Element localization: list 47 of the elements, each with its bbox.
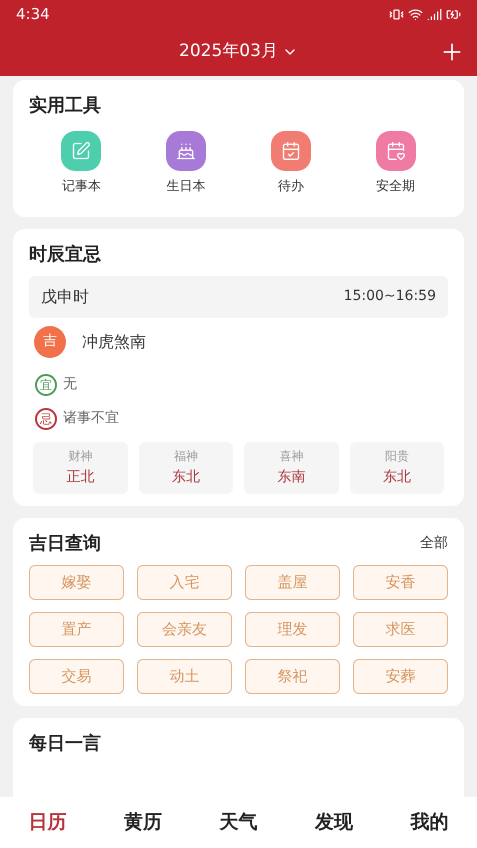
activity-tag[interactable]: 安香: [353, 564, 448, 600]
card-title: 时辰宜忌: [29, 242, 102, 266]
activity-tag[interactable]: 入宅: [137, 564, 232, 600]
activity-tag[interactable]: 交易: [29, 658, 124, 694]
deity-direction: 东北: [172, 468, 200, 487]
nav-tab[interactable]: 天气: [190, 808, 286, 837]
nav-tab[interactable]: 我的: [382, 808, 477, 837]
activity-tag[interactable]: 嫁娶: [29, 564, 124, 600]
period-name: 戊申时: [41, 286, 89, 308]
nav-tab[interactable]: 黄历: [95, 808, 191, 837]
status-time: 4:34: [16, 4, 50, 25]
signal-icon: [427, 6, 442, 22]
activity-tag[interactable]: 会亲友: [137, 612, 232, 646]
activity-tag[interactable]: 置产: [29, 612, 124, 646]
month-picker[interactable]: 2025年03月: [179, 39, 298, 65]
activity-tag[interactable]: 求医: [353, 612, 448, 646]
deity-label: 喜神: [279, 448, 304, 465]
card-title: 实用工具: [29, 94, 102, 118]
tool-item[interactable]: 待办: [238, 131, 344, 196]
suitable-seal: 宜: [35, 374, 57, 396]
clash-text: 冲虎煞南: [82, 330, 146, 352]
luck-badge: 吉: [34, 326, 66, 358]
activity-tag[interactable]: 理发: [245, 612, 340, 646]
deity-label: 财神: [68, 448, 92, 465]
card-title: 吉日查询: [29, 532, 101, 556]
tool-item[interactable]: 安全期: [343, 131, 448, 196]
suitable-text: 无: [63, 375, 77, 394]
activity-tag[interactable]: 动土: [137, 658, 232, 694]
avoid-seal: 忌: [35, 408, 57, 430]
deity-label: 阳贵: [384, 448, 409, 465]
deity-direction: 东北: [382, 468, 411, 487]
activity-tag[interactable]: 盖屋: [245, 564, 340, 600]
wifi-icon: [408, 6, 423, 22]
deity-direction: 东南: [277, 468, 306, 487]
nav-tab[interactable]: 发现: [286, 808, 382, 837]
deity-label: 福神: [174, 448, 198, 465]
nav-tab[interactable]: 日历: [0, 808, 96, 837]
tool-item[interactable]: 生日本: [134, 131, 238, 196]
all-link[interactable]: 全部: [420, 532, 448, 554]
deity-direction: 正北: [66, 468, 94, 487]
activity-tag[interactable]: 安葬: [353, 658, 448, 694]
card-title: 每日一言: [29, 732, 102, 756]
vibrate-icon: [389, 6, 404, 22]
period-time: 15:00~16:59: [344, 287, 436, 306]
tool-item[interactable]: 记事本: [29, 131, 134, 196]
activity-tag[interactable]: 祭祀: [245, 658, 340, 694]
avoid-text: 诸事不宜: [63, 409, 119, 428]
